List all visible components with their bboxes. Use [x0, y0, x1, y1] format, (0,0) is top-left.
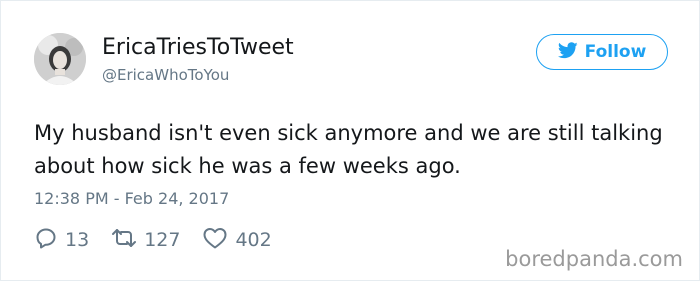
tweet-timestamp[interactable]: 12:38 PM - Feb 24, 2017 — [34, 189, 229, 208]
avatar-photo — [34, 33, 86, 85]
tweet-actions: 13 127 402 — [34, 227, 272, 253]
like-button[interactable]: 402 — [202, 226, 272, 254]
retweet-icon — [111, 226, 137, 254]
follow-button[interactable]: Follow — [536, 34, 668, 70]
reply-button[interactable]: 13 — [34, 226, 89, 254]
like-count: 402 — [235, 229, 272, 251]
follow-label: Follow — [584, 42, 647, 62]
tweet-card: EricaTriesToTweet @EricaWhoToYou Follow … — [0, 0, 700, 281]
watermark: boredpanda.com — [505, 247, 683, 271]
heart-icon — [202, 226, 228, 254]
retweet-button[interactable]: 127 — [111, 226, 180, 254]
reply-icon — [34, 226, 58, 254]
tweet-text: My husband isn't even sick anymore and w… — [34, 121, 663, 178]
user-handle[interactable]: @EricaWhoToYou — [102, 66, 229, 84]
retweet-count: 127 — [144, 229, 181, 251]
reply-count: 13 — [65, 229, 90, 251]
avatar[interactable] — [34, 33, 86, 85]
twitter-bird-icon — [557, 41, 578, 63]
display-name[interactable]: EricaTriesToTweet — [102, 35, 294, 60]
